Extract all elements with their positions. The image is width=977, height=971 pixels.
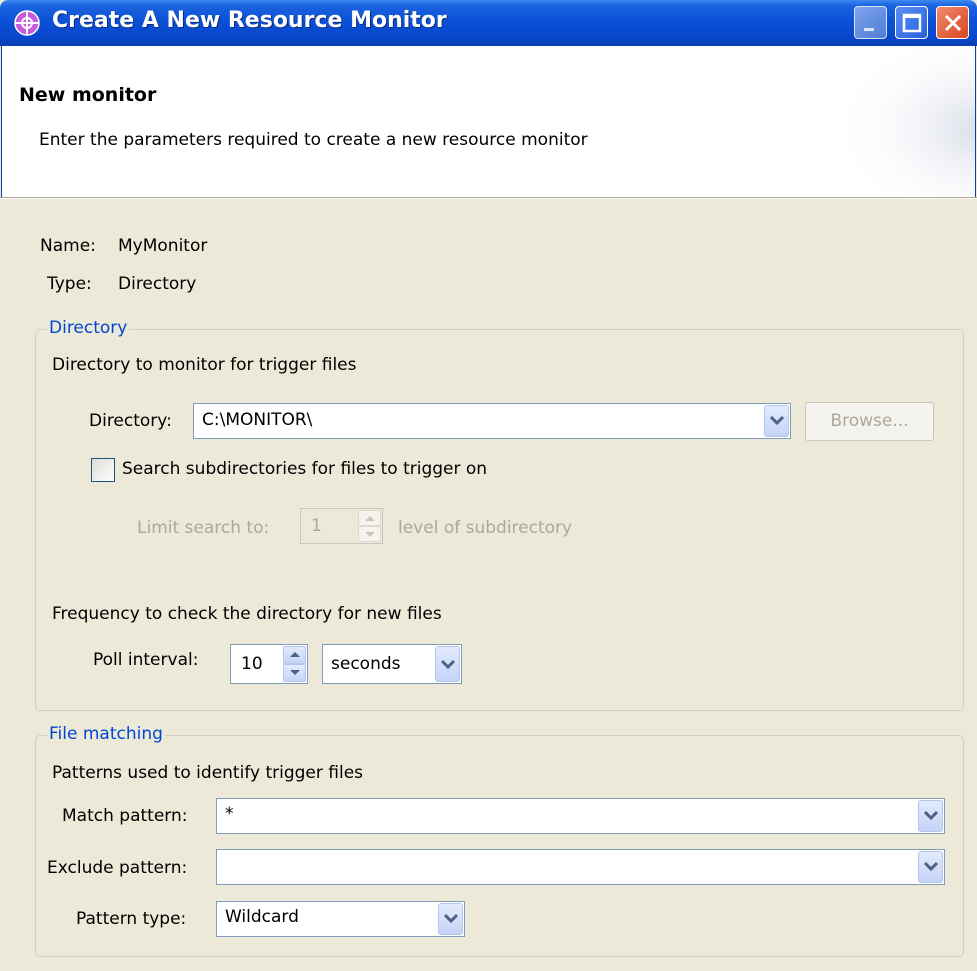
poll-unit-dropdown-button[interactable] xyxy=(435,646,460,682)
chevron-down-icon xyxy=(441,659,455,670)
name-label: Name: xyxy=(40,236,96,256)
title-bar[interactable]: Create A New Resource Monitor xyxy=(0,0,977,46)
search-subdirectories-checkbox[interactable] xyxy=(91,458,115,482)
poll-interval-spinner[interactable]: 10 xyxy=(230,644,308,684)
banner-decoration xyxy=(785,46,975,197)
minimize-button[interactable] xyxy=(854,6,887,39)
frequency-description: Frequency to check the directory for new… xyxy=(52,604,442,624)
app-icon xyxy=(14,10,40,36)
directory-combo[interactable]: C:\MONITOR\ xyxy=(193,403,791,439)
match-pattern-label: Match pattern: xyxy=(62,806,188,826)
maximize-button[interactable] xyxy=(895,6,928,39)
window-title: Create A New Resource Monitor xyxy=(52,8,447,33)
directory-label: Directory: xyxy=(89,411,172,431)
limit-search-spinner[interactable]: 1 xyxy=(300,508,383,544)
poll-spin-buttons xyxy=(283,646,306,682)
limit-search-value: 1 xyxy=(311,516,322,536)
pattern-type-dropdown-button[interactable] xyxy=(438,903,463,935)
chevron-down-icon xyxy=(924,861,938,872)
type-value: Directory xyxy=(118,274,197,294)
limit-up-button[interactable] xyxy=(358,510,381,526)
search-subdirectories-label: Search subdirectories for files to trigg… xyxy=(122,459,488,479)
close-icon xyxy=(944,14,962,32)
directory-group-legend: Directory xyxy=(47,318,130,338)
poll-unit-value: seconds xyxy=(331,654,401,674)
poll-interval-value: 10 xyxy=(241,654,263,674)
limit-down-button[interactable] xyxy=(358,526,381,542)
match-pattern-value: * xyxy=(225,804,234,824)
arrow-down-icon xyxy=(290,670,300,675)
type-label: Type: xyxy=(47,274,92,294)
name-value: MyMonitor xyxy=(118,236,208,256)
header-divider xyxy=(0,197,977,199)
pattern-type-select[interactable]: Wildcard xyxy=(216,901,465,937)
directory-description: Directory to monitor for trigger files xyxy=(52,355,357,375)
browse-button[interactable]: Browse... xyxy=(805,402,934,441)
directory-dropdown-button[interactable] xyxy=(764,405,789,437)
header-banner: New monitor Enter the parameters require… xyxy=(1,46,976,197)
file-matching-description: Patterns used to identify trigger files xyxy=(52,763,364,783)
match-pattern-dropdown-button[interactable] xyxy=(918,800,943,832)
minimize-icon xyxy=(864,28,874,31)
exclude-pattern-dropdown-button[interactable] xyxy=(918,851,943,883)
limit-search-suffix: level of subdirectory xyxy=(398,518,573,538)
pattern-type-value: Wildcard xyxy=(225,907,299,927)
chevron-down-icon xyxy=(924,810,938,821)
chevron-down-icon xyxy=(770,415,784,426)
arrow-up-icon xyxy=(290,652,300,657)
chevron-down-icon xyxy=(444,913,458,924)
page-description: Enter the parameters required to create … xyxy=(39,130,588,150)
directory-value: C:\MONITOR\ xyxy=(202,410,313,430)
arrow-up-icon xyxy=(365,516,375,521)
close-button[interactable] xyxy=(936,6,969,39)
poll-interval-label: Poll interval: xyxy=(93,650,199,670)
poll-up-button[interactable] xyxy=(283,646,306,664)
page-title: New monitor xyxy=(19,84,157,106)
exclude-pattern-combo[interactable] xyxy=(216,849,945,885)
arrow-down-icon xyxy=(365,532,375,537)
poll-down-button[interactable] xyxy=(283,664,306,682)
file-matching-legend: File matching xyxy=(47,724,165,744)
limit-search-label: Limit search to: xyxy=(137,518,270,538)
poll-unit-select[interactable]: seconds xyxy=(322,644,462,684)
maximize-icon xyxy=(902,13,922,33)
match-pattern-combo[interactable]: * xyxy=(216,798,945,834)
exclude-pattern-label: Exclude pattern: xyxy=(47,858,188,878)
limit-search-spin-buttons xyxy=(358,510,381,542)
pattern-type-label: Pattern type: xyxy=(76,909,187,929)
